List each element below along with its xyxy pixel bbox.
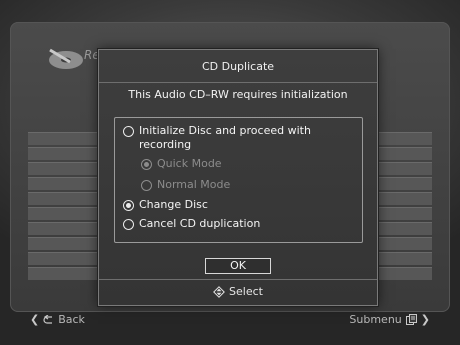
radio-icon xyxy=(123,126,134,137)
options-group: Initialize Disc and proceed with recordi… xyxy=(114,117,363,243)
select-hint: Select xyxy=(99,285,377,298)
option-label: Normal Mode xyxy=(157,178,231,191)
up-down-arrows-icon xyxy=(213,285,225,298)
option-quick-mode: Quick Mode xyxy=(141,157,222,171)
option-initialize-disc[interactable]: Initialize Disc and proceed with recordi… xyxy=(123,124,351,152)
cd-duplicate-dialog: CD Duplicate This Audio CD–RW requires i… xyxy=(98,49,378,306)
option-label: Change Disc xyxy=(139,198,208,211)
submenu-button[interactable]: Submenu ❯ xyxy=(349,313,430,326)
option-normal-mode: Normal Mode xyxy=(141,178,230,192)
option-cancel-duplication[interactable]: Cancel CD duplication xyxy=(123,217,260,231)
footer-bar: ❮ Back Submenu ❯ xyxy=(30,313,430,331)
back-label: Back xyxy=(58,313,85,326)
radio-selected-icon xyxy=(123,200,134,211)
dialog-title: CD Duplicate xyxy=(99,50,377,83)
ok-button[interactable]: OK xyxy=(205,258,271,274)
radio-icon xyxy=(123,219,134,230)
select-label: Select xyxy=(229,285,263,298)
submenu-label: Submenu xyxy=(349,313,402,326)
radio-icon xyxy=(141,180,152,191)
return-icon xyxy=(43,314,53,324)
option-label: Cancel CD duplication xyxy=(139,217,261,230)
radio-selected-icon xyxy=(141,159,152,170)
chevron-right-icon: ❯ xyxy=(420,313,430,326)
option-label: Quick Mode xyxy=(157,157,222,170)
cd-logo-icon xyxy=(49,48,83,69)
dialog-message: This Audio CD–RW requires initialization xyxy=(128,88,348,101)
submenu-icon xyxy=(405,314,417,325)
option-label: Initialize Disc and proceed with recordi… xyxy=(139,124,311,151)
divider xyxy=(99,279,377,280)
chevron-left-icon: ❮ xyxy=(30,313,40,326)
option-change-disc[interactable]: Change Disc xyxy=(123,198,208,212)
back-button[interactable]: ❮ Back xyxy=(30,313,85,326)
